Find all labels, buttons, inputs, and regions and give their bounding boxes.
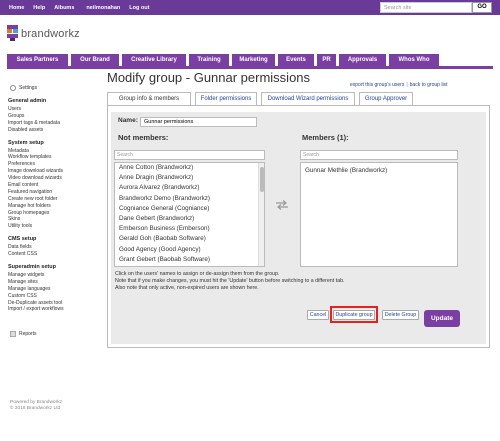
list-item[interactable]: Cogniance General (Cogniance) xyxy=(115,204,264,214)
name-label: Name: xyxy=(118,117,138,124)
back-to-group-list-link[interactable]: back to group list xyxy=(410,82,448,88)
nav-marketing[interactable]: Marketing xyxy=(232,54,275,66)
members-label: Members (1): xyxy=(302,133,349,142)
tab-folder-permissions[interactable]: Folder permissions xyxy=(195,92,257,105)
sidebar-heading: System setup xyxy=(8,139,44,146)
list-item[interactable]: Emberson Business (Emberson) xyxy=(115,224,264,234)
list-item[interactable]: Gerald Goh (Baobab Software) xyxy=(115,234,264,244)
home-link[interactable]: Home xyxy=(9,5,24,11)
export-users-link[interactable]: export this group's users xyxy=(350,82,404,88)
sidebar-item-content-css[interactable]: Content CSS xyxy=(8,251,108,258)
albums-link[interactable]: Albums xyxy=(54,5,74,11)
go-button[interactable]: GO xyxy=(472,2,492,13)
nav-whos-who[interactable]: Whos Who xyxy=(389,54,439,66)
page-links: export this group's users | back to group … xyxy=(350,82,447,88)
sidebar-item-utility-tools[interactable]: Utility tools xyxy=(8,223,108,230)
footer-copyright: © 2016 Brandworkz Ltd xyxy=(10,406,61,411)
sidebar-item-disabled-assets[interactable]: Disabled assets xyxy=(8,127,108,134)
sidebar-item-skins[interactable]: Skins xyxy=(8,216,108,223)
cancel-button[interactable]: Cancel xyxy=(307,310,329,320)
site-search-input[interactable]: Search site xyxy=(380,2,472,13)
sidebar-item-manage-languages[interactable]: Manage languages xyxy=(8,286,108,293)
update-button[interactable]: Update xyxy=(424,310,460,327)
tab-group-approver[interactable]: Group Approver xyxy=(359,92,413,105)
sidebar-item-custom-css[interactable]: Custom CSS xyxy=(8,293,108,300)
list-item[interactable]: Dane Gebert (Brandworkz) xyxy=(115,214,264,224)
list-item[interactable]: Anne Dragin (Brandworkz) xyxy=(115,173,264,183)
sidebar-item-import-export-workflows[interactable]: Import / export workflows xyxy=(8,306,108,313)
sidebar-heading: Superadmin setup xyxy=(8,264,56,271)
sidebar-item-manage-sites[interactable]: Manage sites xyxy=(8,279,108,286)
sidebar-item-metadata[interactable]: Metadata xyxy=(8,148,108,155)
swap-arrows-icon xyxy=(276,200,288,210)
link-separator: | xyxy=(406,82,408,88)
sidebar-heading: CMS setup xyxy=(8,236,37,243)
username-link[interactable]: neilmonahan xyxy=(86,5,120,11)
sidebar-item-video-download-wizards[interactable]: Video download wizards xyxy=(8,175,108,182)
page-title: Modify group - Gunnar permissions xyxy=(107,70,311,85)
brand-logo[interactable]: brandworkz xyxy=(7,25,80,42)
footer: Powered by Brandworkz © 2016 Brandworkz … xyxy=(10,400,62,412)
reports-header[interactable]: Reports xyxy=(10,331,108,338)
sidebar-item-preferences[interactable]: Preferences xyxy=(8,161,108,168)
nav-divider xyxy=(7,66,493,69)
gear-icon xyxy=(10,85,16,91)
reports-icon xyxy=(10,331,16,338)
group-tabs: Group info & members Folder permissions … xyxy=(107,92,417,105)
sidebar-item-featured-navigation[interactable]: Featured navigation xyxy=(8,189,108,196)
list-item[interactable]: Gunnar Methlie (Brandworkz) xyxy=(301,166,457,176)
group-name-input[interactable]: Gunnar permissions xyxy=(140,117,257,127)
tab-download-wizard-permissions[interactable]: Download Wizard permissions xyxy=(261,92,355,105)
sidebar-item-users[interactable]: Users xyxy=(8,106,108,113)
duplicate-group-button[interactable]: Duplicate group xyxy=(333,310,375,320)
nav-approvals[interactable]: Approvals xyxy=(339,54,386,66)
help-line: Also note that only active, non-expired … xyxy=(115,285,259,292)
list-item[interactable]: Brandworkz Demo (Brandworkz) xyxy=(115,194,264,204)
admin-sidebar: Settings General admin Users Groups Impo… xyxy=(8,84,108,338)
settings-header[interactable]: Settings xyxy=(10,84,108,92)
sidebar-item-create-root-folder[interactable]: Create new root folder xyxy=(8,196,108,203)
brand-name: brandworkz xyxy=(21,27,80,40)
not-members-list: Anne Cotton (Brandworkz) Anne Dragin (Br… xyxy=(114,162,265,267)
sidebar-item-image-download-wizards[interactable]: Image download wizards xyxy=(8,168,108,175)
delete-group-button[interactable]: Delete Group xyxy=(382,310,419,320)
not-members-search-input[interactable]: Search xyxy=(114,150,265,160)
logout-link[interactable]: Log out xyxy=(129,5,149,11)
sidebar-item-manage-widgets[interactable]: Manage widgets xyxy=(8,272,108,279)
nav-events[interactable]: Events xyxy=(278,54,314,66)
nav-sales-partners[interactable]: Sales Partners xyxy=(7,54,68,66)
members-list: Gunnar Methlie (Brandworkz) xyxy=(300,162,458,267)
nav-creative-library[interactable]: Creative Library xyxy=(122,54,186,66)
sidebar-item-workflow-templates[interactable]: Workflow templates xyxy=(8,154,108,161)
tab-group-info-members[interactable]: Group info & members xyxy=(107,92,191,105)
not-members-label: Not members: xyxy=(118,133,169,142)
help-line: Note that if you make changes, you must … xyxy=(115,278,345,285)
list-item[interactable]: Aurora Alvarez (Brandworkz) xyxy=(115,183,264,193)
sidebar-item-import-tags[interactable]: Import tags & metadata xyxy=(8,120,108,127)
sidebar-item-deduplicate-tool[interactable]: De-Duplicate assets tool xyxy=(8,300,108,307)
list-scrollbar[interactable] xyxy=(258,163,264,266)
scrollbar-thumb[interactable] xyxy=(260,167,264,192)
sidebar-item-email-content[interactable]: Email content xyxy=(8,182,108,189)
sidebar-item-groups[interactable]: Groups xyxy=(8,113,108,120)
help-link[interactable]: Help xyxy=(33,5,45,11)
sidebar-item-data-fields[interactable]: Data fields xyxy=(8,244,108,251)
members-search-input[interactable]: Search xyxy=(300,150,458,160)
help-text: Click on the users' names to assign or d… xyxy=(115,271,345,293)
list-item[interactable]: Anne Cotton (Brandworkz) xyxy=(115,163,264,173)
sidebar-item-hot-folders[interactable]: Manage hot folders xyxy=(8,203,108,210)
help-line: Click on the users' names to assign or d… xyxy=(115,271,280,277)
sidebar-heading: General admin xyxy=(8,98,47,104)
list-item[interactable]: Good Agency (Good Agency) xyxy=(115,245,264,255)
nav-training[interactable]: Training xyxy=(189,54,229,66)
nav-pr[interactable]: PR xyxy=(317,54,336,66)
sidebar-item-group-homepages[interactable]: Group homepages xyxy=(8,210,108,217)
main-nav: Sales Partners Our Brand Creative Librar… xyxy=(7,54,442,66)
logo-icon xyxy=(7,25,18,42)
nav-our-brand[interactable]: Our Brand xyxy=(71,54,119,66)
list-item[interactable]: Grant Gebert (Baobab Software) xyxy=(115,255,264,265)
